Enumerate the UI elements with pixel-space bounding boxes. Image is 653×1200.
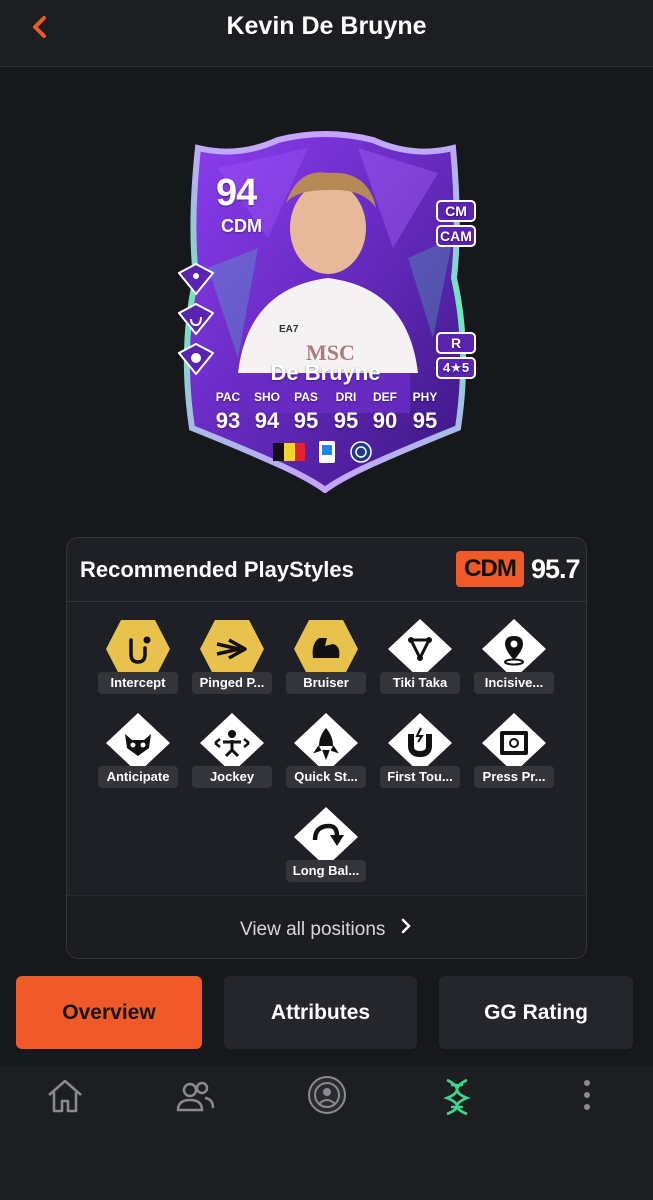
- tiki-taka-icon: [388, 619, 452, 679]
- playstyle-first-touch[interactable]: First Tou...: [374, 712, 466, 798]
- playstyle-bruiser[interactable]: Bruiser: [280, 618, 372, 704]
- league-badge-icon: [319, 441, 335, 463]
- playstyle-label: Anticipate: [98, 766, 178, 788]
- stat-value: 94: [254, 408, 280, 433]
- card-rating: 94: [216, 172, 257, 214]
- page-title: Kevin De Bruyne: [226, 12, 427, 40]
- press-proven-icon: [482, 713, 546, 773]
- home-icon[interactable]: [45, 1076, 85, 1116]
- stat-value: 95: [333, 408, 359, 433]
- playstyle-label: Pinged P...: [192, 672, 272, 694]
- playstyle-anticipate[interactable]: Anticipate: [92, 712, 184, 798]
- chevron-right-icon: [400, 916, 412, 942]
- tab-gg-rating[interactable]: GG Rating: [439, 976, 633, 1049]
- playstyle-label: First Tou...: [380, 766, 460, 788]
- position-badge[interactable]: CDM: [456, 551, 524, 587]
- club-crest-icon[interactable]: [306, 1074, 348, 1116]
- playstyle-incisive-pass[interactable]: Incisive...: [468, 618, 560, 704]
- card-playstyle-intercept-icon: [178, 303, 214, 335]
- bruiser-icon: [294, 620, 358, 678]
- playstyle-label: Bruiser: [286, 672, 366, 694]
- recommended-playstyles-panel: Recommended PlayStyles CDM 95.7 Intercep…: [66, 537, 587, 959]
- playstyle-label: Long Bal...: [286, 860, 366, 882]
- alt-position-cam: CAM: [436, 225, 476, 247]
- jockey-icon: [200, 713, 264, 773]
- bottom-navigation: [0, 1066, 653, 1200]
- playstyles-title: Recommended PlayStyles: [80, 557, 354, 582]
- belgium-flag-icon: [273, 443, 305, 461]
- playstyles-header: Recommended PlayStyles CDM 95.7: [67, 538, 586, 602]
- playstyle-label: Jockey: [192, 766, 272, 788]
- playstyle-label: Incisive...: [474, 672, 554, 694]
- playstyle-pinged-pass[interactable]: Pinged P...: [186, 618, 278, 704]
- player-card: 94 CDM CM CAM R 4★5 EA7 MSC De Bruyne PA…: [178, 128, 476, 494]
- long-ball-pass-icon: [294, 807, 358, 867]
- stat-value: 95: [412, 408, 438, 433]
- dna-icon[interactable]: [437, 1076, 477, 1116]
- playstyle-label: Tiki Taka: [380, 672, 460, 694]
- shirt-brand: EA7: [279, 324, 299, 335]
- playstyle-label: Intercept: [98, 672, 178, 694]
- stat-label: PHY: [412, 390, 438, 404]
- top-bar: Kevin De Bruyne: [0, 0, 653, 67]
- tab-attributes[interactable]: Attributes: [224, 976, 417, 1049]
- card-playstyle-acrobatic-icon: [178, 263, 214, 295]
- preferred-foot: R: [436, 332, 476, 354]
- users-icon[interactable]: [175, 1076, 215, 1116]
- playstyle-quick-step[interactable]: Quick St...: [280, 712, 372, 798]
- intercept-icon: [106, 620, 170, 678]
- view-all-positions-label: View all positions: [240, 919, 386, 940]
- stat-value: 95: [293, 408, 319, 433]
- pinged-pass-icon: [200, 620, 264, 678]
- quick-step-icon: [294, 713, 358, 773]
- club-badge-icon: [350, 441, 372, 463]
- stat-label: DEF: [373, 390, 397, 404]
- stat-label: PAS: [294, 390, 318, 404]
- card-position: CDM: [221, 216, 262, 236]
- view-all-positions-button[interactable]: View all positions: [67, 895, 586, 958]
- stat-label: SHO: [253, 390, 280, 404]
- card-player-name: De Bruyne: [270, 360, 381, 385]
- anticipate-icon: [106, 713, 170, 773]
- first-touch-icon: [388, 713, 452, 773]
- stat-value: 90: [372, 408, 398, 433]
- playstyles-score: 95.7: [531, 554, 581, 584]
- playstyle-label: Press Pr...: [474, 766, 554, 788]
- playstyle-tiki-taka[interactable]: Tiki Taka: [374, 618, 466, 704]
- stat-label: DRI: [335, 390, 357, 404]
- playstyle-long-ball-pass[interactable]: Long Bal...: [280, 806, 372, 892]
- tab-overview[interactable]: Overview: [16, 976, 202, 1049]
- playstyle-jockey[interactable]: Jockey: [186, 712, 278, 798]
- card-stats: PAC SHO PAS DRI DEF PHY 93 94 95 95 90 9…: [208, 390, 448, 438]
- stat-label: PAC: [215, 390, 241, 404]
- playstyle-intercept[interactable]: Intercept: [92, 618, 184, 704]
- incisive-pass-icon: [482, 619, 546, 679]
- playstyle-press-proven[interactable]: Press Pr...: [468, 712, 560, 798]
- playstyle-label: Quick St...: [286, 766, 366, 788]
- stat-value: 93: [215, 408, 241, 433]
- alt-position-cm: CM: [436, 200, 476, 222]
- more-options-icon[interactable]: [567, 1076, 607, 1116]
